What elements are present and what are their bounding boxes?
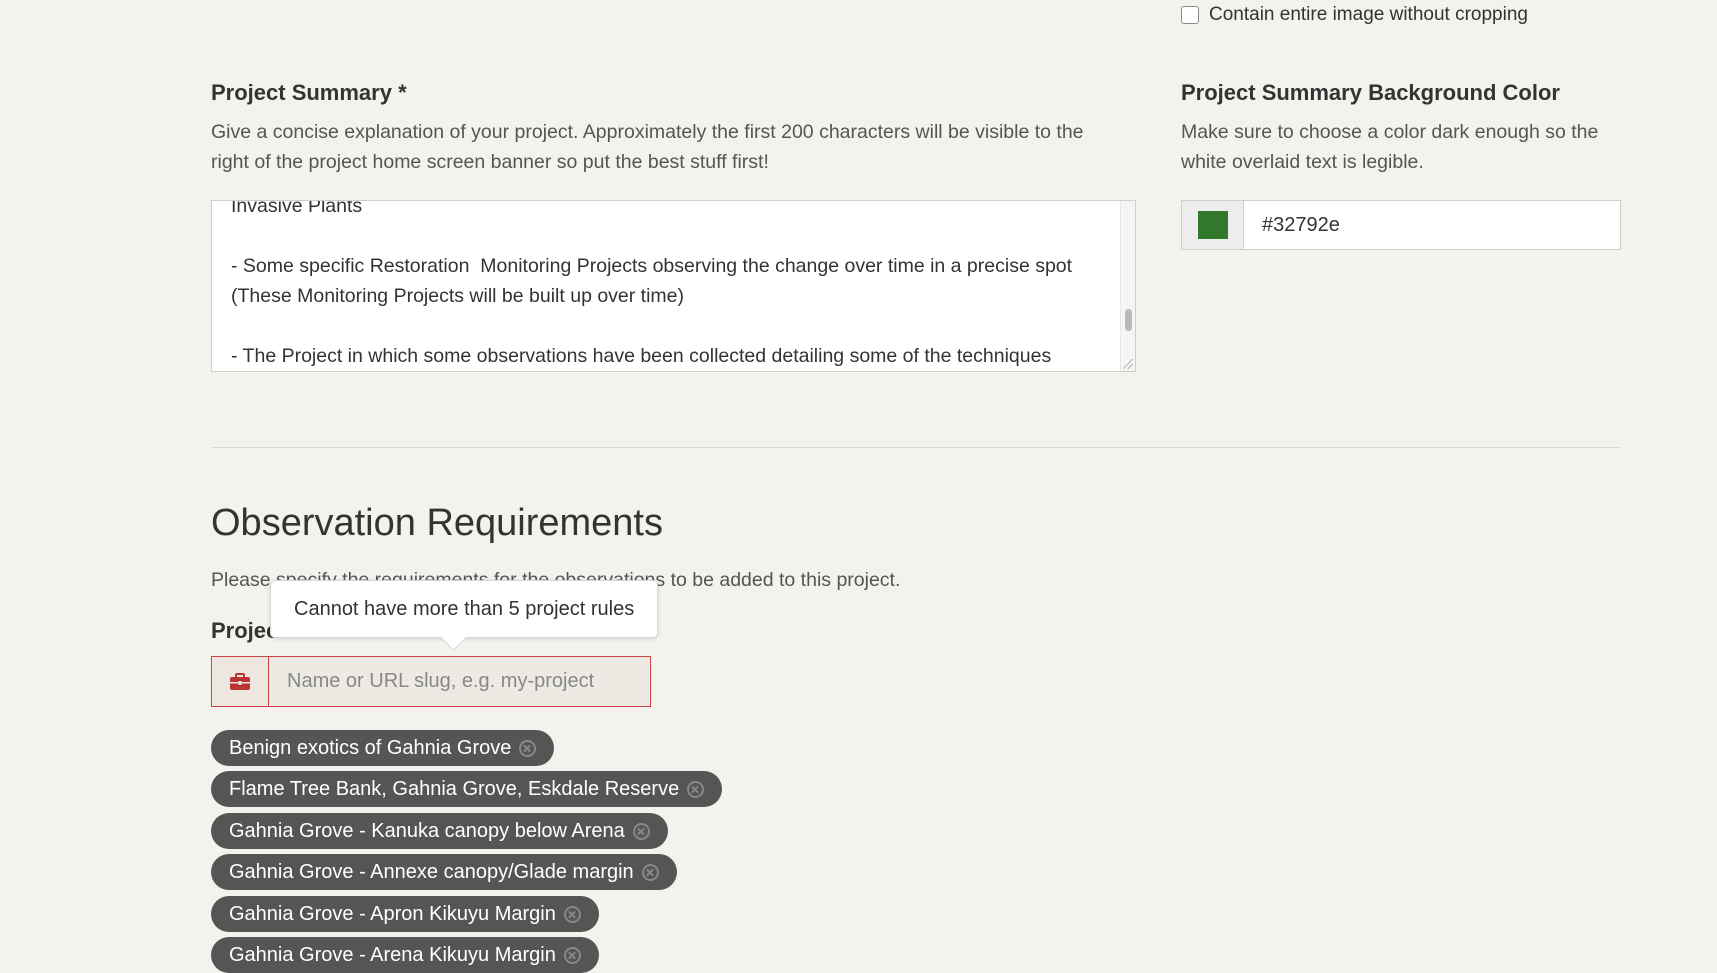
remove-chip-icon[interactable] [632, 822, 650, 840]
remove-chip-icon[interactable] [687, 780, 705, 798]
project-chip-label: Gahnia Grove - Arena Kikuyu Margin [229, 944, 556, 966]
project-chip-label: Flame Tree Bank, Gahnia Grove, Eskdale R… [229, 778, 680, 800]
textarea-scrollbar-thumb[interactable] [1125, 309, 1132, 331]
project-chip: Gahnia Grove - Annexe canopy/Glade margi… [211, 854, 677, 890]
color-swatch-button[interactable] [1182, 201, 1244, 249]
projects-label: Projec [211, 618, 279, 643]
remove-chip-icon[interactable] [563, 946, 581, 964]
contain-image-option[interactable]: Contain entire image without cropping [1181, 4, 1528, 26]
observation-requirements-title: Observation Requirements [211, 502, 663, 544]
bg-color-help-line-1: Make sure to choose a color dark enough … [1181, 121, 1599, 143]
project-summary-help-line-1: Give a concise explanation of your proje… [211, 121, 1084, 143]
remove-chip-icon[interactable] [519, 739, 537, 757]
project-chip: Flame Tree Bank, Gahnia Grove, Eskdale R… [211, 771, 723, 807]
project-summary-text: Invasive Plants - Some specific Restorat… [231, 200, 1073, 367]
error-tooltip: Cannot have more than 5 project rules [270, 580, 659, 638]
project-search-input[interactable]: Name or URL slug, e.g. my-project [269, 656, 651, 707]
project-chip: Benign exotics of Gahnia Grove [211, 730, 555, 766]
briefcase-icon [230, 672, 250, 690]
bg-color-help: Make sure to choose a color dark enough … [1181, 117, 1621, 177]
project-chip: Gahnia Grove - Arena Kikuyu Margin [211, 937, 599, 973]
project-summary-textarea[interactable]: Invasive Plants - Some specific Restorat… [211, 200, 1136, 372]
project-chip: Gahnia Grove - Apron Kikuyu Margin [211, 896, 599, 932]
project-summary-help: Give a concise explanation of your proje… [211, 117, 1111, 177]
section-divider [211, 447, 1621, 448]
project-input-group[interactable]: Name or URL slug, e.g. my-project [211, 656, 651, 707]
contain-image-checkbox[interactable] [1181, 6, 1199, 24]
contain-image-label: Contain entire image without cropping [1209, 4, 1528, 25]
bg-color-picker[interactable]: #32792e [1181, 200, 1621, 250]
color-swatch [1197, 211, 1228, 239]
project-chip-label: Benign exotics of Gahnia Grove [229, 737, 512, 759]
textarea-resize-handle[interactable] [1123, 359, 1133, 369]
remove-chip-icon[interactable] [641, 863, 659, 881]
project-summary-help-line-2: right of the project home screen banner … [211, 151, 769, 173]
textarea-scrollbar[interactable] [1120, 201, 1135, 371]
project-summary-label: Project Summary * [211, 80, 407, 105]
bg-color-input[interactable]: #32792e [1244, 201, 1340, 249]
project-chip-label: Gahnia Grove - Apron Kikuyu Margin [229, 903, 556, 925]
project-chip: Gahnia Grove - Kanuka canopy below Arena [211, 813, 668, 849]
bg-color-help-line-2: white overlaid text is legible. [1181, 151, 1424, 173]
project-chip-label: Gahnia Grove - Annexe canopy/Glade margi… [229, 861, 634, 883]
project-input-addon [211, 656, 269, 707]
remove-chip-icon[interactable] [563, 905, 581, 923]
project-chip-label: Gahnia Grove - Kanuka canopy below Arena [229, 820, 625, 842]
bg-color-label: Project Summary Background Color [1181, 80, 1560, 105]
